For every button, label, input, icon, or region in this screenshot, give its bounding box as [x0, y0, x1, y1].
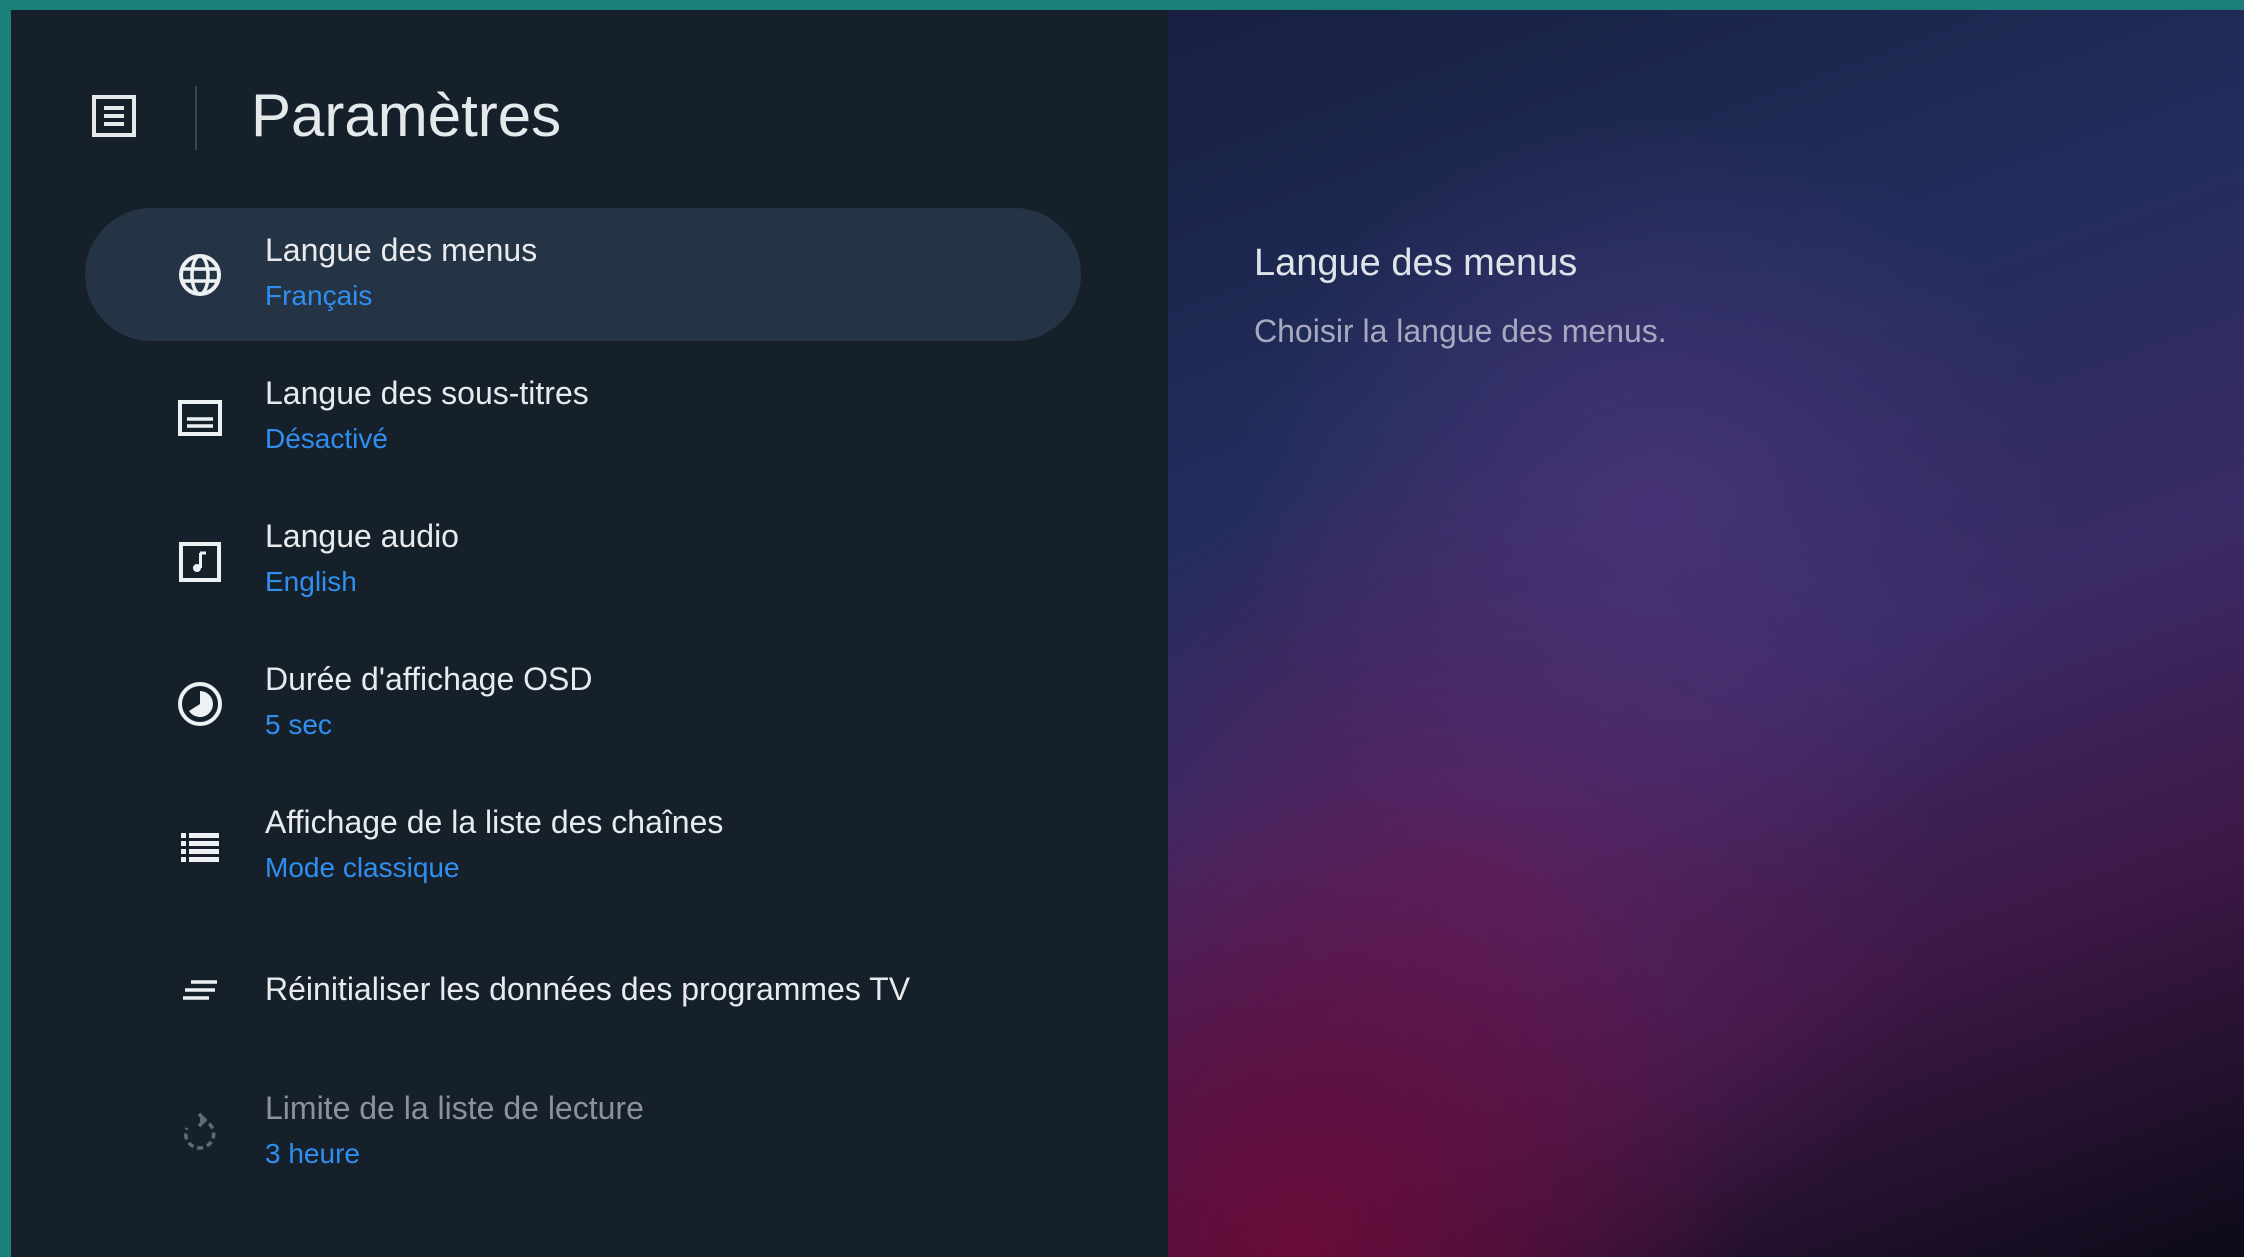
detail-panel — [1168, 10, 2244, 1257]
settings-panel: Paramètres Langue des menus Français Lan… — [11, 10, 1168, 1257]
menu-item-value: Français — [265, 280, 373, 311]
page-title: Paramètres — [251, 82, 562, 149]
menu-item-text: Langue audio English — [265, 516, 459, 600]
menu-item-osd-duration[interactable]: Durée d'affichage OSD 5 sec — [85, 637, 1081, 770]
audio-icon — [175, 536, 225, 586]
menu-item-label: Limite de la liste de lecture — [265, 1090, 644, 1126]
globe-icon — [175, 250, 225, 300]
menu-item-text: Langue des menus Français — [265, 230, 537, 314]
list-icon — [175, 822, 225, 872]
menu-item-value: 5 sec — [265, 709, 332, 740]
settings-header: Paramètres — [11, 10, 1168, 210]
menu-item-text: Affichage de la liste des chaînes Mode c… — [265, 802, 723, 886]
detail-title: Langue des menus — [1254, 242, 1578, 284]
menu-item-text: Limite de la liste de lecture 3 heure — [265, 1088, 644, 1172]
menu-item-menu-language[interactable]: Langue des menus Français — [85, 208, 1081, 341]
menu-item-label: Langue des sous-titres — [265, 375, 589, 411]
replay-icon — [175, 1108, 225, 1158]
menu-item-value: Mode classique — [265, 852, 460, 883]
subtitles-icon — [175, 393, 225, 443]
menu-item-value: 3 heure — [265, 1138, 360, 1169]
menu-item-channel-list-display[interactable]: Affichage de la liste des chaînes Mode c… — [85, 780, 1081, 913]
tv-settings-screen: Paramètres Langue des menus Français Lan… — [11, 10, 2244, 1257]
menu-item-text: Réinitialiser les données des programmes… — [265, 969, 910, 1009]
reset-icon — [175, 965, 225, 1015]
menu-item-playlist-limit: Limite de la liste de lecture 3 heure — [85, 1066, 1081, 1199]
menu-item-subtitle-language[interactable]: Langue des sous-titres Désactivé — [85, 351, 1081, 484]
header-divider — [195, 86, 197, 150]
menu-item-label: Affichage de la liste des chaînes — [265, 804, 724, 840]
menu-item-text: Langue des sous-titres Désactivé — [265, 373, 589, 457]
menu-item-label: Réinitialiser les données des programmes… — [265, 971, 911, 1007]
menu-item-audio-language[interactable]: Langue audio English — [85, 494, 1081, 627]
timer-icon — [175, 679, 225, 729]
menu-item-text: Durée d'affichage OSD 5 sec — [265, 659, 592, 743]
menu-item-label: Durée d'affichage OSD — [265, 661, 593, 697]
menu-item-label: Langue des menus — [265, 232, 538, 268]
detail-description: Choisir la langue des menus. — [1254, 313, 1667, 349]
menu-item-label: Langue audio — [265, 518, 459, 554]
menu-item-reset-epg[interactable]: Réinitialiser les données des programmes… — [85, 923, 1081, 1056]
settings-list-icon — [90, 92, 138, 140]
menu-item-value: English — [265, 566, 357, 597]
menu-item-value: Désactivé — [265, 423, 388, 454]
